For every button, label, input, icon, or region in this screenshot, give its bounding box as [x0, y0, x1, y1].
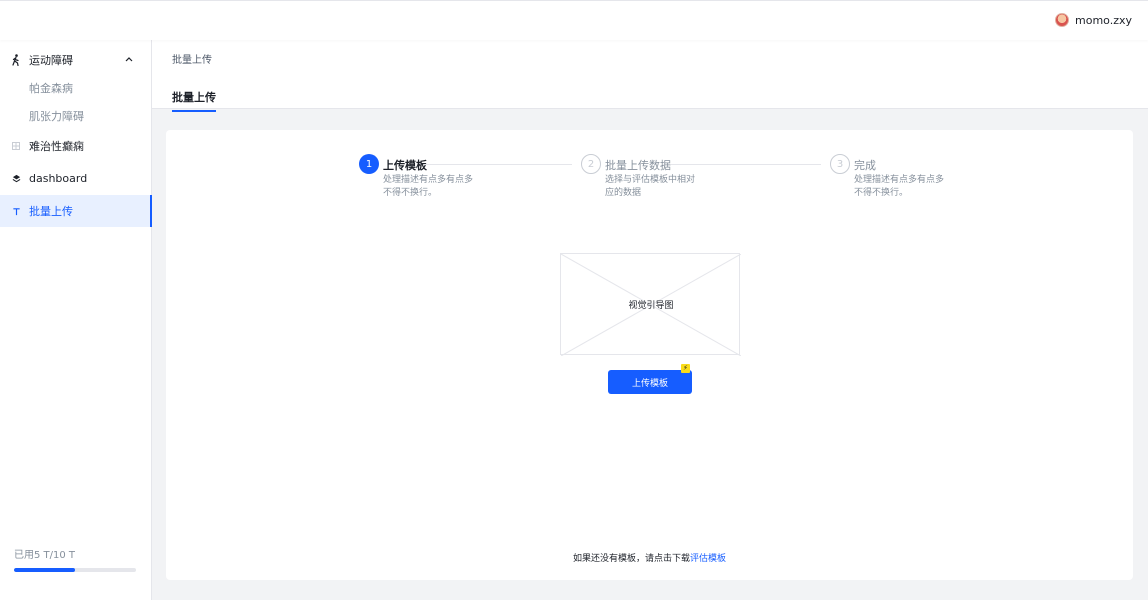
download-hint-text: 如果还没有模板，请点击下载 — [572, 554, 690, 564]
sidebar-item-label: 难治性癫痫 — [29, 140, 84, 153]
sidebar-item-label: 肌张力障碍 — [29, 110, 84, 123]
step-description: 处理描述有点多有点多不得不换行。 — [854, 175, 945, 198]
top-bar: momo.zxy — [0, 0, 1148, 40]
upload-template-label: 上传模板 — [631, 378, 668, 389]
step-title: 上传模板 — [383, 159, 427, 172]
step-description: 处理描述有点多有点多不得不换行。 — [383, 175, 474, 198]
download-template-link[interactable]: 评估模板 — [690, 554, 726, 564]
step-title: 批量上传数据 — [605, 159, 671, 172]
sidebar-item-epilepsy[interactable]: 难治性癫痫 — [0, 130, 152, 162]
breadcrumb[interactable]: 批量上传 — [172, 51, 212, 66]
user-menu[interactable]: momo.zxy — [1055, 13, 1132, 27]
avatar-icon[interactable] — [1055, 13, 1069, 27]
upload-template-button[interactable]: 上传模板 ⚡ — [608, 364, 692, 394]
layers-icon — [10, 172, 22, 184]
sidebar-item-dystonia[interactable]: 肌张力障碍 — [0, 100, 152, 132]
sidebar-item-label: 帕金森病 — [29, 82, 73, 95]
page-header: 批量上传 批量上传 — [152, 40, 1148, 112]
download-hint: 如果还没有模板，请点击下载评估模板 — [166, 551, 1133, 564]
step-title: 完成 — [854, 159, 876, 172]
chevron-up-icon[interactable] — [124, 54, 134, 64]
step-number: 3 — [830, 154, 850, 174]
walking-person-icon — [10, 54, 22, 66]
step-description: 选择与评估模板中相对应的数据 — [605, 175, 696, 198]
step-number: 2 — [581, 154, 601, 174]
step-connector — [671, 164, 821, 165]
sidebar-item-dashboard[interactable]: dashboard — [0, 162, 152, 194]
username[interactable]: momo.zxy — [1075, 14, 1132, 27]
sidebar-item-label: 运动障碍 — [29, 54, 73, 67]
sidebar-item-batch-upload[interactable]: 批量上传 — [0, 195, 152, 227]
sidebar: 运动障碍 帕金森病 肌张力障碍 难治性癫痫 dashboard 批量上传 已用5… — [0, 40, 152, 600]
sidebar-item-label: dashboard — [29, 171, 88, 185]
storage-quota-bar — [14, 568, 136, 572]
storage-quota-fill — [14, 568, 75, 572]
step-number: 1 — [359, 154, 379, 174]
visual-guide-label: 视觉引导图 — [628, 301, 674, 311]
sidebar-item-label: 批量上传 — [29, 205, 73, 218]
main-card: 1 上传模板 处理描述有点多有点多不得不换行。 2 批量上传数据 选择与评估模板… — [166, 130, 1133, 580]
grid-icon — [10, 140, 22, 152]
storage-quota-text: 已用5 T/10 T — [14, 550, 76, 561]
text-t-icon — [10, 205, 22, 217]
lightning-icon: ⚡ — [681, 364, 690, 373]
step-connector — [424, 164, 572, 165]
tab-batch-upload[interactable]: 批量上传 — [172, 89, 216, 112]
visual-guide-image: 视觉引导图 — [560, 253, 741, 356]
